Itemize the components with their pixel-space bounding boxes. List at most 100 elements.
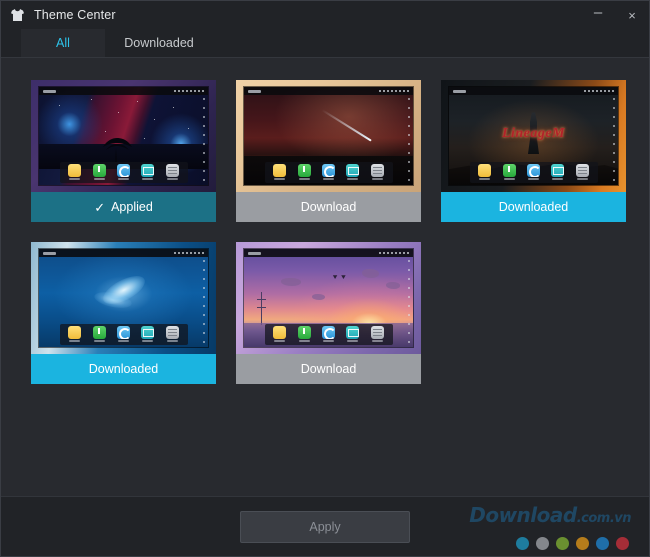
birds-decoration: ⯆⯆ (331, 273, 349, 283)
theme-card[interactable]: ⯆⯆ Download (236, 242, 421, 384)
theme-thumbnail[interactable] (236, 80, 421, 192)
color-dot (536, 537, 549, 550)
status-left-indicator (248, 89, 261, 93)
apply-button-label: Apply (309, 519, 341, 534)
dock (469, 162, 598, 183)
theme-card[interactable]: ✓ Applied (31, 80, 216, 222)
status-right-indicators (584, 90, 614, 92)
dock (264, 162, 393, 183)
side-indicators (613, 98, 616, 181)
dock-folder-icon (272, 163, 287, 182)
dock-folder-icon (477, 163, 492, 182)
dock-misc-icon (165, 325, 180, 344)
dock-mail-icon (345, 163, 360, 182)
color-dots (516, 537, 629, 550)
status-bar (39, 249, 208, 257)
color-dot (616, 537, 629, 550)
theme-action-button[interactable]: Download (236, 192, 421, 222)
dock-download-icon (297, 325, 312, 344)
cloud-decoration (311, 294, 325, 301)
device-screen (39, 87, 208, 185)
side-indicators (203, 260, 206, 343)
watermark-main: Download (469, 503, 577, 527)
theme-action-label: Downloaded (88, 362, 159, 376)
cloud-decoration (385, 282, 400, 290)
tab-downloaded[interactable]: Downloaded (105, 29, 213, 57)
dock-browser-icon (526, 163, 541, 182)
status-bar (449, 87, 618, 95)
dock-misc-icon (370, 325, 385, 344)
dock-folder-icon (67, 163, 82, 182)
dock-misc-icon (165, 163, 180, 182)
tab-all[interactable]: All (21, 29, 105, 57)
device-screen (39, 249, 208, 347)
theme-thumbnail[interactable] (31, 80, 216, 192)
theme-action-label: Download (300, 200, 357, 214)
apply-button[interactable]: Apply (240, 510, 410, 543)
dock-misc-icon (370, 163, 385, 182)
status-right-indicators (379, 252, 409, 254)
side-indicators (408, 98, 411, 181)
dock-mail-icon (140, 325, 155, 344)
close-button[interactable]: × (615, 1, 649, 29)
dock (264, 324, 393, 345)
dock-misc-icon (575, 163, 590, 182)
theme-action-button[interactable]: Downloaded (441, 192, 626, 222)
color-dot (596, 537, 609, 550)
dock-download-icon (502, 163, 517, 182)
color-dot (516, 537, 529, 550)
theme-card[interactable]: LineageM Downloaded (441, 80, 626, 222)
dock-download-icon (92, 325, 107, 344)
theme-thumbnail[interactable]: LineageM (441, 80, 626, 192)
theme-thumbnail[interactable]: ⯆⯆ (236, 242, 421, 354)
status-bar (39, 87, 208, 95)
game-logo-text: LineageM (501, 126, 566, 142)
theme-grid-area: ✓ Applied Download LineageM Downloaded D… (1, 58, 649, 496)
window-controls: – × (581, 1, 649, 29)
status-left-indicator (43, 251, 56, 255)
theme-action-button[interactable]: ✓ Applied (31, 192, 216, 222)
dock-mail-icon (140, 163, 155, 182)
status-left-indicator (453, 89, 466, 93)
theme-card[interactable]: Download (236, 80, 421, 222)
status-left-indicator (248, 251, 261, 255)
device-screen (244, 87, 413, 185)
theme-grid: ✓ Applied Download LineageM Downloaded D… (31, 80, 626, 384)
dock (59, 324, 188, 345)
minimize-button[interactable]: – (581, 1, 615, 29)
theme-action-label: Download (300, 362, 357, 376)
footer-bar: Apply Download.com.vn (1, 496, 649, 556)
cloud-decoration (362, 268, 380, 278)
watermark-suffix: .com.vn (576, 511, 632, 526)
titlebar: Theme Center – × (1, 1, 649, 29)
status-right-indicators (379, 90, 409, 92)
dock-browser-icon (321, 163, 336, 182)
dock-browser-icon (116, 325, 131, 344)
status-bar (244, 87, 413, 95)
dock-download-icon (92, 163, 107, 182)
tower-decoration (257, 292, 265, 326)
color-dot (556, 537, 569, 550)
side-indicators (203, 98, 206, 181)
device-screen: ⯆⯆ (244, 249, 413, 347)
dock-download-icon (297, 163, 312, 182)
color-dot (576, 537, 589, 550)
window-title: Theme Center (34, 8, 116, 22)
theme-action-label: Downloaded (498, 200, 569, 214)
status-right-indicators (174, 90, 204, 92)
theme-thumbnail[interactable] (31, 242, 216, 354)
status-right-indicators (174, 252, 204, 254)
theme-action-button[interactable]: Download (236, 354, 421, 384)
theme-center-window: Theme Center – × All Downloaded ✓ Applie… (0, 0, 650, 557)
dock (59, 162, 188, 183)
theme-action-button[interactable]: Downloaded (31, 354, 216, 384)
watermark: Download.com.vn (469, 503, 631, 527)
tree-silhouette-icon (102, 138, 132, 163)
dock-browser-icon (116, 163, 131, 182)
tabbar: All Downloaded (1, 29, 649, 58)
theme-card[interactable]: Downloaded (31, 242, 216, 384)
dock-browser-icon (321, 325, 336, 344)
status-bar (244, 249, 413, 257)
comet-decoration (321, 108, 372, 142)
device-screen: LineageM (449, 87, 618, 185)
